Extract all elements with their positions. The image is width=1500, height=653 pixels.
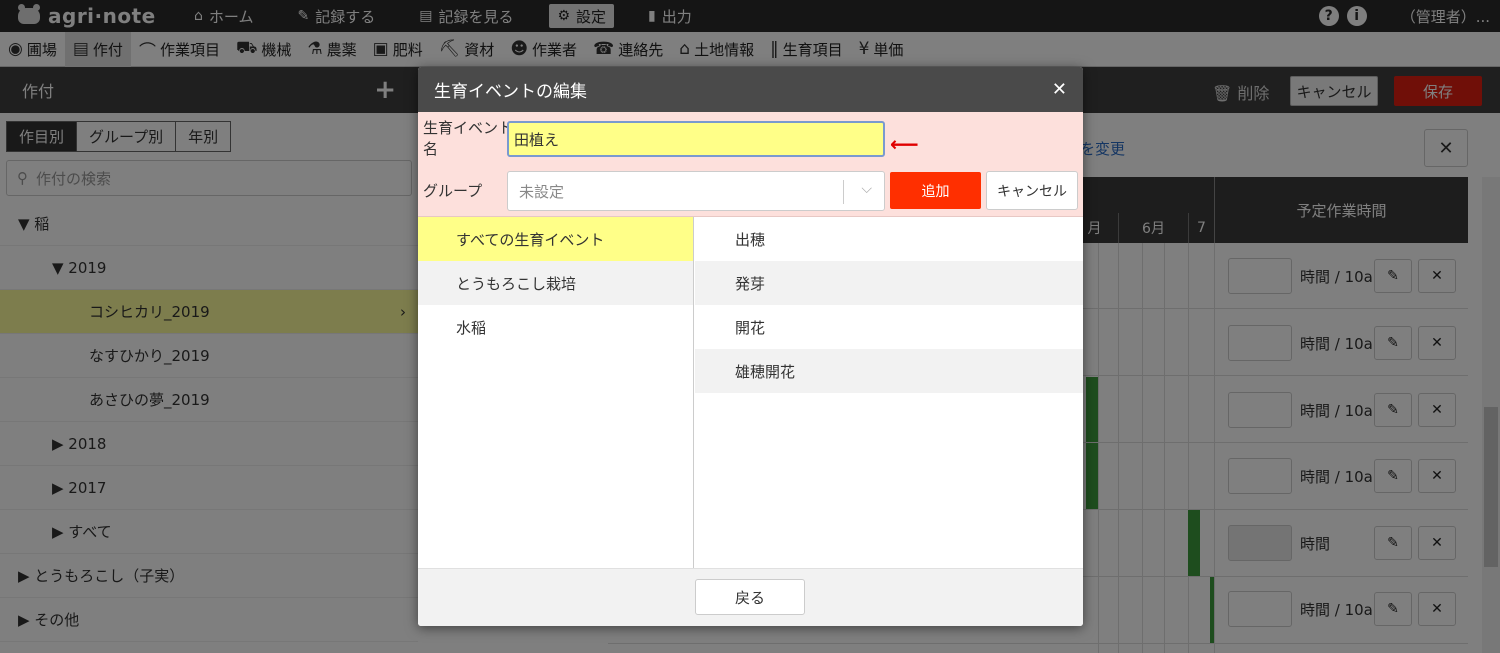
list-item-label: 雄穂開花 <box>735 362 796 381</box>
group-select[interactable]: 未設定 ⌵ <box>507 171 885 211</box>
event-name-input[interactable]: 田植え <box>507 121 885 157</box>
list-item-label: 開花 <box>735 318 766 337</box>
event-item-heading[interactable]: 出穂 <box>695 217 1083 261</box>
list-item-label: とうもろこし栽培 <box>456 274 577 293</box>
back-button[interactable]: 戻る <box>695 579 805 615</box>
event-lists: すべての生育イベント とうもろこし栽培 水稲 出穂 発芽 開花 雄穂開花 <box>418 217 1083 568</box>
list-item-label: 水稲 <box>456 318 487 337</box>
form-cancel-button[interactable]: キャンセル <box>986 171 1078 210</box>
event-form: 生育イベント名 田植え ⟵ グループ 未設定 ⌵ 追加 キャンセル <box>418 112 1083 217</box>
dialog-footer: 戻る <box>418 568 1083 626</box>
group-item-paddy-rice[interactable]: 水稲 <box>418 305 693 349</box>
list-item-label: 出穂 <box>735 230 766 249</box>
select-divider <box>843 180 844 204</box>
event-item-germination[interactable]: 発芽 <box>695 261 1083 305</box>
group-select-value: 未設定 <box>519 182 565 201</box>
add-button[interactable]: 追加 <box>890 172 981 209</box>
arrow-left-icon: ⟵ <box>890 132 919 156</box>
dialog-header: 生育イベントの編集 ✕ <box>418 67 1083 112</box>
group-label: グループ <box>423 182 483 200</box>
group-list: すべての生育イベント とうもろこし栽培 水稲 <box>418 217 694 568</box>
event-item-tassel-flowering[interactable]: 雄穂開花 <box>695 349 1083 393</box>
event-list: 出穂 発芽 開花 雄穂開花 <box>695 217 1083 568</box>
list-item-label: すべての生育イベント <box>456 230 605 249</box>
chevron-down-icon: ⌵ <box>861 181 872 197</box>
event-name-label: 生育イベント名 <box>423 119 514 158</box>
group-item-all-events[interactable]: すべての生育イベント <box>418 217 693 261</box>
dialog-title: 生育イベントの編集 <box>434 82 587 102</box>
event-item-flowering[interactable]: 開花 <box>695 305 1083 349</box>
close-icon[interactable]: ✕ <box>1052 79 1067 100</box>
group-item-corn[interactable]: とうもろこし栽培 <box>418 261 693 305</box>
growth-event-edit-dialog: 生育イベントの編集 ✕ 生育イベント名 田植え ⟵ グループ 未設定 ⌵ 追加 … <box>418 67 1083 626</box>
list-item-label: 発芽 <box>735 274 766 293</box>
